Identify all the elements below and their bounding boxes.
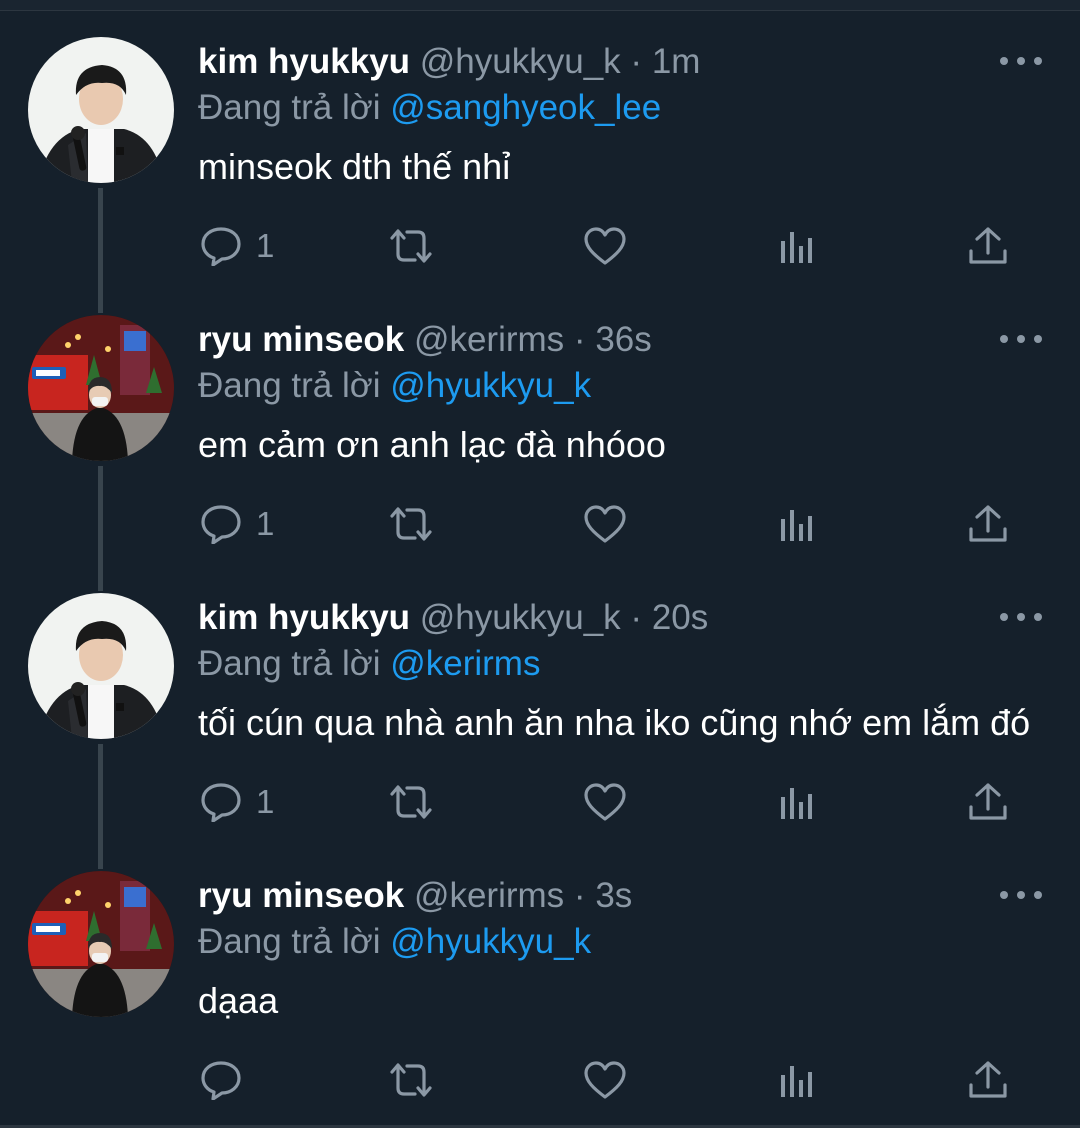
share-icon	[969, 505, 1007, 542]
display-name[interactable]: kim hyukkyu	[198, 42, 410, 81]
tweet-text: dạaa	[198, 980, 279, 1021]
share-icon	[969, 1061, 1007, 1098]
tweet-text: tối cún qua nhà anh ăn nha iko cũng nhớ …	[198, 702, 1031, 743]
replying-to: Đang trả lời @sanghyeok_lee	[198, 86, 661, 130]
reply-to-mention[interactable]: @hyukkyu_k	[390, 366, 591, 405]
share-button[interactable]	[967, 780, 1009, 824]
tweet[interactable]: ryu minseok @kerirms · 3s Đang trả lời @…	[0, 834, 1080, 1112]
retweet-button[interactable]	[387, 780, 435, 824]
reply-icon	[201, 505, 241, 544]
replying-to: Đang trả lời @kerirms	[198, 642, 540, 686]
reply-count: 1	[256, 505, 275, 542]
separator-dot: ·	[630, 42, 643, 81]
separator-dot: ·	[573, 320, 586, 359]
reply-icon	[201, 1061, 241, 1100]
avatar[interactable]	[28, 593, 174, 739]
display-name[interactable]: kim hyukkyu	[198, 598, 410, 637]
replying-to-label: Đang trả lời	[198, 366, 381, 405]
share-icon	[969, 783, 1007, 820]
analytics-button[interactable]	[777, 224, 817, 268]
retweet-icon	[390, 785, 432, 819]
reply-to-mention[interactable]: @kerirms	[390, 644, 540, 683]
more-options-icon[interactable]	[1000, 326, 1042, 352]
kim-hyukkyu-avatar	[28, 593, 174, 739]
retweet-button[interactable]	[387, 502, 435, 546]
heart-icon	[584, 505, 626, 543]
separator-dot: ·	[573, 876, 586, 915]
analytics-icon	[781, 510, 812, 541]
user-handle[interactable]: @kerirms	[414, 876, 564, 915]
tweet-header: kim hyukkyu @hyukkyu_k · 20s	[198, 596, 708, 640]
retweet-icon	[390, 507, 432, 541]
retweet-icon	[390, 229, 432, 263]
avatar[interactable]	[28, 37, 174, 183]
like-button[interactable]	[583, 502, 627, 546]
retweet-icon	[390, 1063, 432, 1097]
tweet-text: minseok dth thế nhỉ	[198, 146, 511, 187]
display-name[interactable]: ryu minseok	[198, 320, 404, 359]
replying-to: Đang trả lời @hyukkyu_k	[198, 364, 591, 408]
kim-hyukkyu-avatar	[28, 37, 174, 183]
heart-icon	[584, 783, 626, 821]
ryu-minseok-avatar	[28, 871, 174, 1017]
tweet[interactable]: kim hyukkyu @hyukkyu_k · 1m Đang trả lời…	[0, 0, 1080, 278]
share-button[interactable]	[967, 1058, 1009, 1102]
share-button[interactable]	[967, 502, 1009, 546]
heart-icon	[584, 227, 626, 265]
avatar[interactable]	[28, 871, 174, 1017]
analytics-button[interactable]	[777, 1058, 817, 1102]
share-button[interactable]	[967, 224, 1009, 268]
replying-to-label: Đang trả lời	[198, 922, 381, 961]
replying-to-label: Đang trả lời	[198, 88, 381, 127]
analytics-icon	[781, 1066, 812, 1097]
tweet[interactable]: kim hyukkyu @hyukkyu_k · 20s Đang trả lờ…	[0, 556, 1080, 834]
user-handle[interactable]: @hyukkyu_k	[420, 598, 621, 637]
like-button[interactable]	[583, 224, 627, 268]
reply-button[interactable]: 1	[200, 780, 274, 824]
user-handle[interactable]: @kerirms	[414, 320, 564, 359]
more-options-icon[interactable]	[1000, 882, 1042, 908]
replying-to: Đang trả lời @hyukkyu_k	[198, 920, 591, 964]
reply-icon	[201, 783, 241, 822]
display-name[interactable]: ryu minseok	[198, 876, 404, 915]
analytics-button[interactable]	[777, 502, 817, 546]
tweet-header: ryu minseok @kerirms · 3s	[198, 874, 632, 918]
tweet-timestamp[interactable]: 1m	[652, 42, 701, 81]
like-button[interactable]	[583, 1058, 627, 1102]
reply-thread-screen: kim hyukkyu @hyukkyu_k · 1m Đang trả lời…	[0, 0, 1080, 1128]
separator-dot: ·	[630, 598, 643, 637]
user-handle[interactable]: @hyukkyu_k	[420, 42, 621, 81]
reply-count: 1	[256, 783, 275, 820]
ryu-minseok-avatar	[28, 315, 174, 461]
more-options-icon[interactable]	[1000, 48, 1042, 74]
tweet-timestamp[interactable]: 3s	[595, 876, 632, 915]
analytics-button[interactable]	[777, 780, 817, 824]
reply-icon	[201, 227, 241, 266]
reply-count: 1	[256, 227, 275, 264]
reply-to-mention[interactable]: @sanghyeok_lee	[390, 88, 661, 127]
reply-to-mention[interactable]: @hyukkyu_k	[390, 922, 591, 961]
avatar[interactable]	[28, 315, 174, 461]
reply-button[interactable]: 1	[200, 224, 274, 268]
tweet-text: em cảm ơn anh lạc đà nhóoo	[198, 424, 666, 465]
tweet[interactable]: ryu minseok @kerirms · 36s Đang trả lời …	[0, 278, 1080, 556]
heart-icon	[584, 1061, 626, 1099]
reply-button[interactable]	[200, 1058, 256, 1102]
retweet-button[interactable]	[387, 224, 435, 268]
tweet-header: ryu minseok @kerirms · 36s	[198, 318, 652, 362]
tweet-timestamp[interactable]: 20s	[652, 598, 708, 637]
share-icon	[969, 227, 1007, 264]
tweet-header: kim hyukkyu @hyukkyu_k · 1m	[198, 40, 700, 84]
replying-to-label: Đang trả lời	[198, 644, 381, 683]
tweet-timestamp[interactable]: 36s	[595, 320, 651, 359]
more-options-icon[interactable]	[1000, 604, 1042, 630]
like-button[interactable]	[583, 780, 627, 824]
retweet-button[interactable]	[387, 1058, 435, 1102]
reply-button[interactable]: 1	[200, 502, 274, 546]
analytics-icon	[781, 232, 812, 263]
analytics-icon	[781, 788, 812, 819]
